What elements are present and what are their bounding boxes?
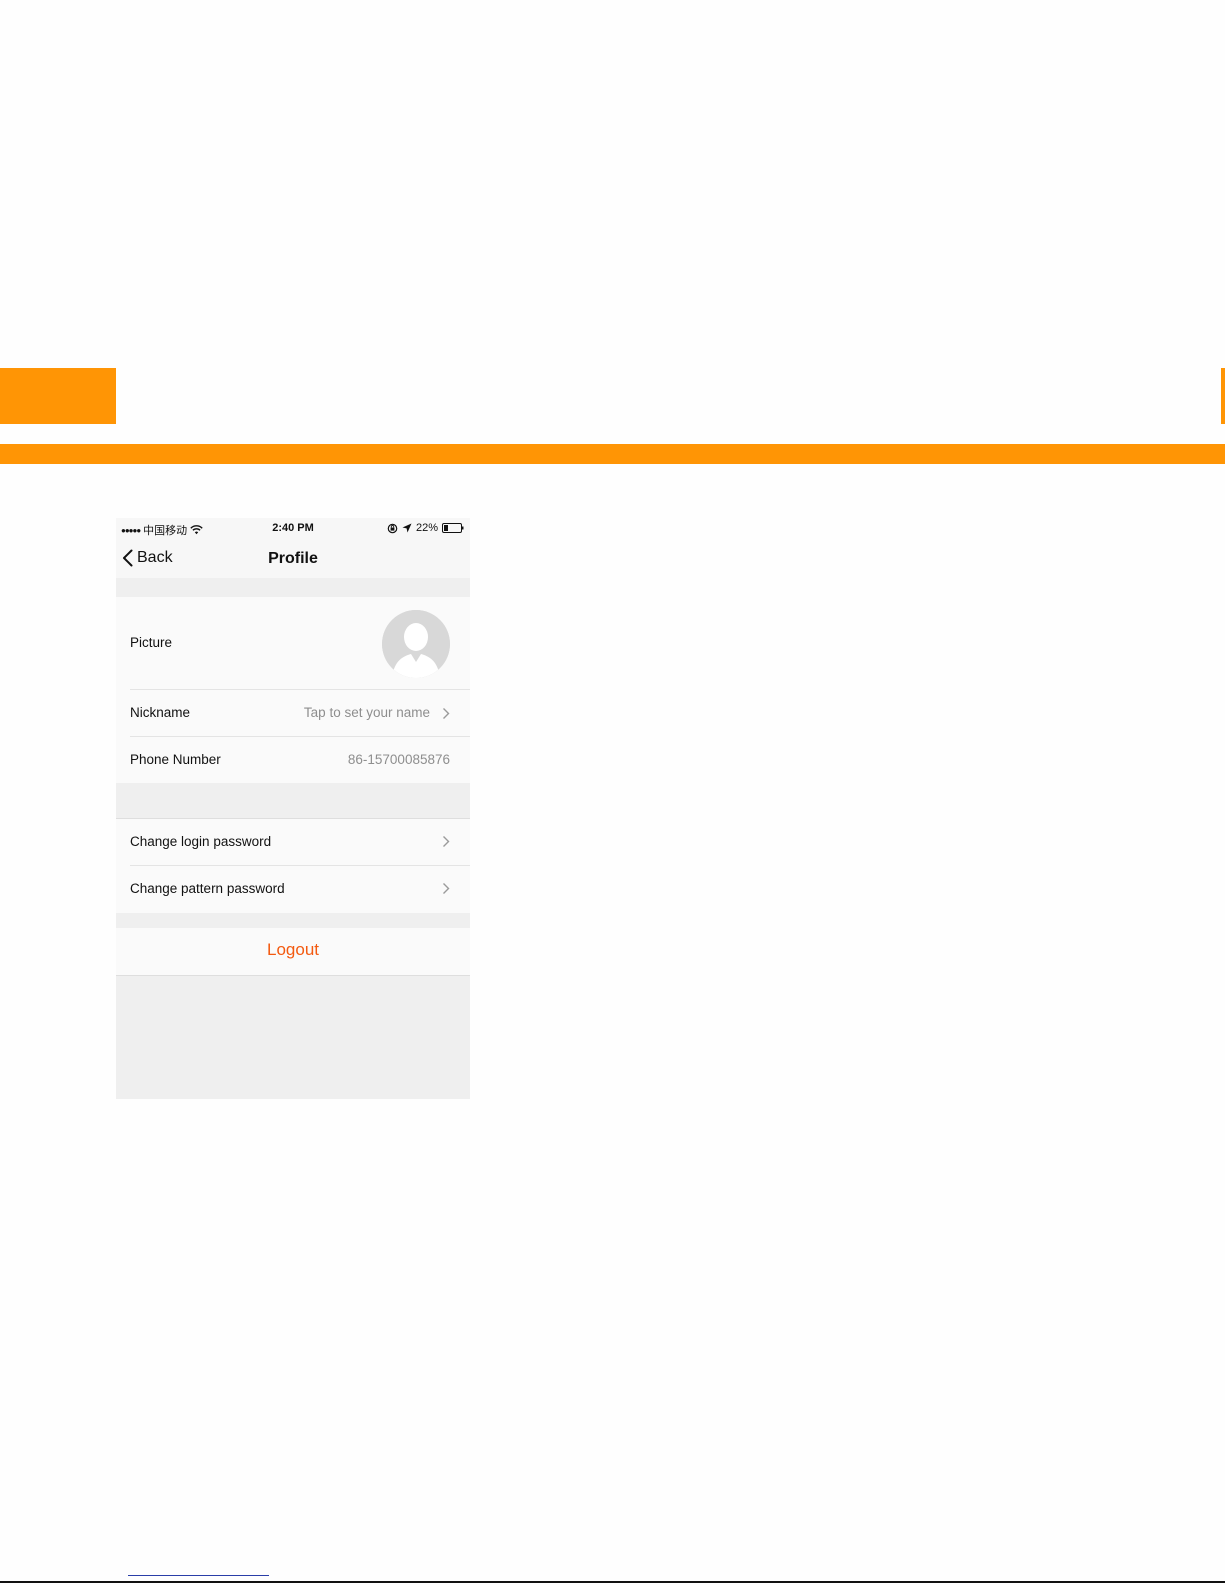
logout-section: Logout (116, 928, 470, 976)
battery-icon (442, 523, 464, 533)
orange-header-block (0, 368, 116, 424)
phone-screenshot: ●●●●● 中国移动 2:40 PM 22% Back Profile Pict… (116, 518, 470, 1099)
phone-number-label: Phone Number (130, 752, 221, 767)
footer-link[interactable] (128, 1575, 269, 1576)
status-right: 22% (387, 522, 464, 534)
picture-label: Picture (130, 635, 173, 650)
picture-row[interactable]: Picture (116, 597, 470, 689)
chevron-right-icon (443, 836, 450, 847)
person-silhouette-icon (382, 610, 450, 678)
change-pattern-password-label: Change pattern password (130, 881, 285, 896)
location-arrow-icon (402, 523, 412, 533)
page-title: Profile (268, 550, 318, 567)
change-pattern-password-row[interactable]: Change pattern password (116, 866, 470, 912)
change-login-password-row[interactable]: Change login password (116, 819, 470, 865)
nickname-placeholder: Tap to set your name (303, 705, 430, 720)
logout-button[interactable]: Logout (116, 940, 470, 960)
status-bar: ●●●●● 中国移动 2:40 PM 22% (116, 518, 470, 538)
navigation-bar: Back Profile (116, 538, 470, 578)
nickname-label: Nickname (130, 705, 191, 720)
profile-section: Picture Nickname Tap to set your name Ph… (116, 597, 470, 783)
orange-divider-stripe (0, 444, 1225, 464)
battery-percentage: 22% (415, 522, 438, 534)
orange-edge-mark (1221, 368, 1225, 424)
default-avatar-icon[interactable] (382, 610, 450, 678)
chevron-right-icon (443, 708, 450, 719)
lock-rotation-icon (387, 523, 398, 533)
footer-rule (0, 1581, 1225, 1583)
security-section: Change login password Change pattern pas… (116, 818, 470, 913)
change-login-password-label: Change login password (130, 834, 272, 849)
nickname-row[interactable]: Nickname Tap to set your name (116, 690, 470, 736)
phone-number-row: Phone Number 86-15700085876 (116, 737, 470, 783)
phone-number-value: 86-15700085876 (347, 752, 450, 767)
chevron-right-icon (443, 883, 450, 894)
